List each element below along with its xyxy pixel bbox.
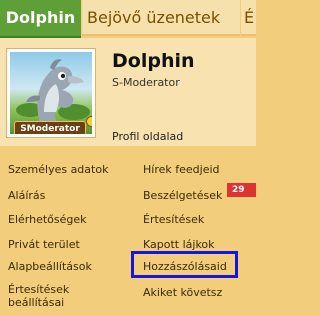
menu-item-received-likes[interactable]: Kapott lájkok	[143, 238, 215, 251]
tab-dolphin[interactable]: Dolphin	[0, 0, 81, 38]
menu-item-contacts[interactable]: Elérhetőségek	[8, 213, 87, 226]
avatar-rank-badge: SModerator	[14, 121, 86, 134]
highlight-box	[131, 251, 238, 278]
tab-more[interactable]: É	[241, 0, 256, 36]
menu-item-personal-data[interactable]: Személyes adatok	[8, 163, 108, 176]
tab-inbox[interactable]: Bejövő üzenetek	[82, 0, 240, 36]
avatar[interactable]: SModerator	[6, 48, 96, 138]
notification-count-badge: 29	[227, 183, 256, 197]
menu-item-basic-settings[interactable]: Alapbeállítások	[8, 260, 92, 273]
dolphin-avatar-image: SModerator	[10, 52, 92, 134]
menu-item-notification-settings[interactable]: Értesítések beállításai	[8, 283, 98, 309]
menu-item-private-area[interactable]: Privát terület	[8, 238, 80, 251]
username: Dolphin	[112, 50, 195, 72]
menu-item-notifications[interactable]: Értesítések	[143, 213, 204, 226]
profile-header: SModerator Dolphin S-Moderator Profil ol…	[0, 38, 256, 146]
rank-star-icon	[86, 116, 92, 127]
user-role: S-Moderator	[112, 76, 180, 89]
menu-item-following[interactable]: Akiket követsz	[143, 286, 222, 299]
profile-page-link[interactable]: Profil oldalad	[112, 130, 183, 143]
menu-item-conversations[interactable]: Beszélgetések	[143, 189, 222, 202]
account-menu: Személyes adatok Aláírás Elérhetőségek P…	[0, 146, 256, 316]
tab-bar: Dolphin Bejövő üzenetek É	[0, 0, 256, 38]
menu-item-news-feeds[interactable]: Hírek feedjeid	[143, 163, 220, 176]
menu-item-signature[interactable]: Aláírás	[8, 189, 45, 202]
